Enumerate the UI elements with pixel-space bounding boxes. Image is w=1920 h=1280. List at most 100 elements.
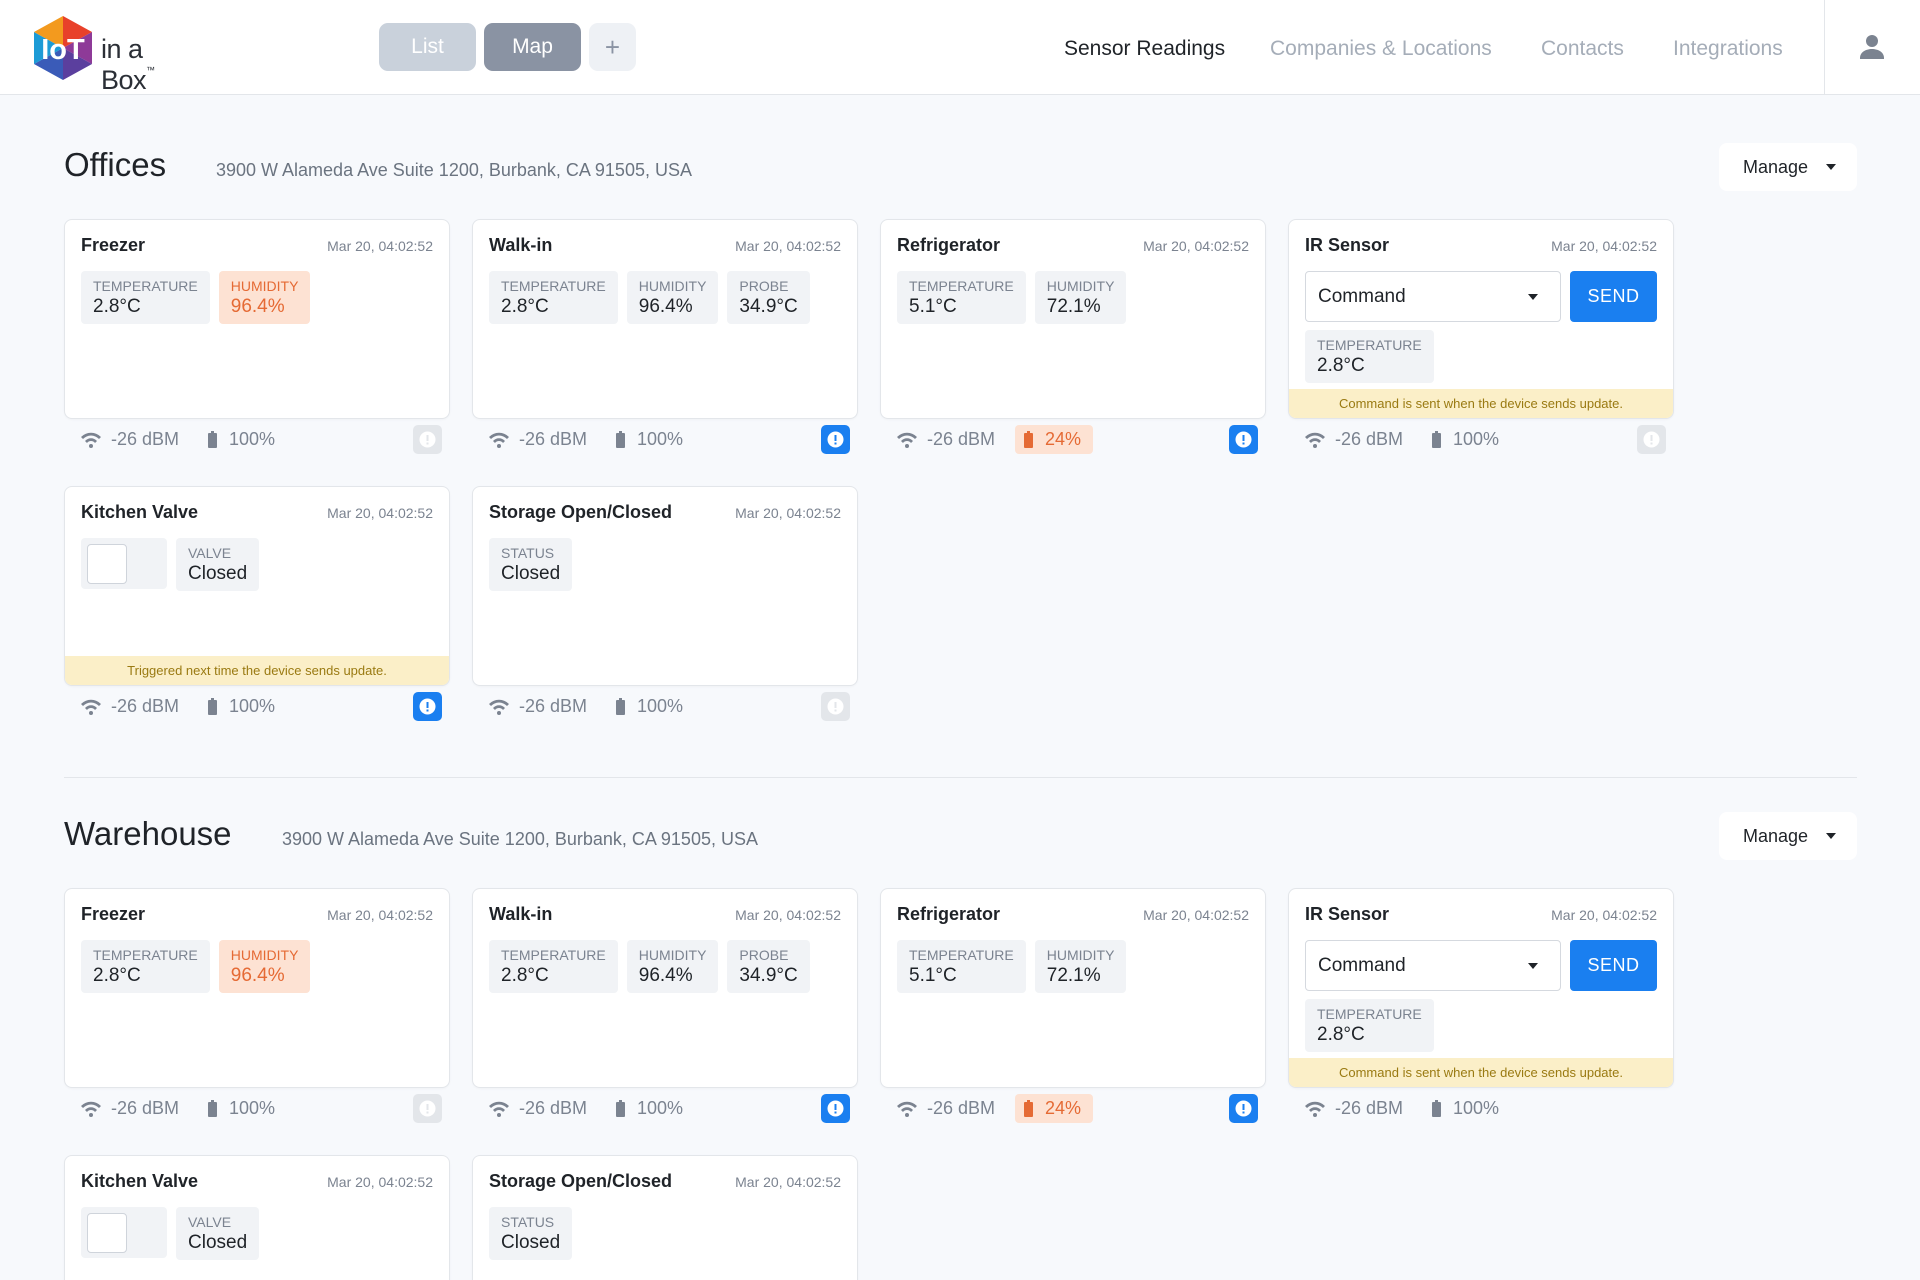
battery-level: 100% — [616, 429, 683, 450]
metric-temperature: TEMPERATURE 2.8°C — [81, 940, 210, 993]
trigger-notice: Triggered next time the device sends upd… — [65, 656, 449, 685]
user-avatar-icon[interactable] — [1857, 32, 1887, 62]
battery-icon — [208, 698, 217, 715]
card-footer: -26 dBM 24% — [880, 425, 1266, 455]
card-footer: -26 dBM 100% — [472, 425, 858, 455]
status-badge[interactable] — [1637, 425, 1666, 454]
device-card-refrigerator[interactable]: Refrigerator Mar 20, 04:02:52 TEMPERATUR… — [880, 888, 1266, 1088]
section-address: 3900 W Alameda Ave Suite 1200, Burbank, … — [216, 160, 692, 180]
alert-badge-icon — [419, 431, 436, 448]
section-title: Warehouse — [64, 815, 232, 852]
signal-strength: -26 dBM — [80, 1098, 179, 1119]
alert-badge-icon — [827, 431, 844, 448]
caret-down-icon — [1528, 294, 1538, 300]
valve-toggle[interactable] — [81, 538, 167, 589]
wifi-icon — [489, 699, 509, 715]
send-command-button[interactable]: SEND — [1570, 271, 1657, 322]
metric-valve: VALVE Closed — [176, 1207, 260, 1260]
card-timestamp: Mar 20, 04:02:52 — [735, 505, 841, 521]
wifi-icon — [1305, 432, 1325, 448]
device-card-walk-in[interactable]: Walk-in Mar 20, 04:02:52 TEMPERATURE 2.8°… — [472, 888, 858, 1088]
battery-icon — [208, 1100, 217, 1117]
card-timestamp: Mar 20, 04:02:52 — [1551, 238, 1657, 254]
logo-hexagon-icon: IoT — [34, 16, 92, 80]
status-badge[interactable] — [413, 425, 442, 454]
card-timestamp: Mar 20, 04:02:52 — [327, 907, 433, 923]
card-footer: -26 dBM 24% — [880, 1094, 1266, 1124]
app-logo[interactable]: IoT in a Box™ — [30, 16, 200, 95]
card-title: IR Sensor — [1305, 904, 1390, 924]
card-timestamp: Mar 20, 04:02:52 — [735, 1174, 841, 1190]
device-card-ir-sensor[interactable]: IR Sensor Mar 20, 04:02:52 Command SEND … — [1288, 219, 1674, 419]
status-badge[interactable] — [413, 692, 442, 721]
manage-dropdown[interactable]: Manage — [1719, 812, 1857, 860]
logo-wordmark: in a Box™ — [101, 34, 155, 95]
device-card-storage[interactable]: Storage Open/Closed Mar 20, 04:02:52 STA… — [472, 1155, 858, 1280]
status-badge[interactable] — [821, 692, 850, 721]
device-card-kitchen-valve[interactable]: Kitchen Valve Mar 20, 04:02:52 VALVE Clos… — [64, 486, 450, 686]
metric-valve: VALVE Closed — [176, 538, 260, 591]
manage-dropdown[interactable]: Manage — [1719, 143, 1857, 191]
status-badge[interactable] — [413, 1094, 442, 1123]
signal-strength: -26 dBM — [80, 696, 179, 717]
device-card-refrigerator[interactable]: Refrigerator Mar 20, 04:02:52 TEMPERATUR… — [880, 219, 1266, 419]
metric-humidity-alert: HUMIDITY 96.4% — [218, 271, 311, 324]
command-notice: Command is sent when the device sends up… — [1289, 389, 1673, 418]
battery-level-low: 24% — [1015, 1094, 1094, 1123]
wifi-icon — [897, 1101, 917, 1117]
device-card-freezer[interactable]: Freezer Mar 20, 04:02:52 TEMPERATURE 2.8°… — [64, 888, 450, 1088]
caret-down-icon — [1528, 963, 1538, 969]
battery-level: 100% — [616, 696, 683, 717]
metric-humidity: HUMIDITY 96.4% — [626, 940, 719, 993]
command-select[interactable]: Command — [1305, 271, 1561, 322]
metric-temperature: TEMPERATURE 5.1°C — [897, 271, 1026, 324]
metric-humidity: HUMIDITY 72.1% — [1034, 271, 1127, 324]
card-title: Freezer — [81, 904, 146, 924]
signal-strength: -26 dBM — [896, 1098, 995, 1119]
status-badge[interactable] — [1229, 1094, 1258, 1123]
metric-humidity-alert: HUMIDITY 96.4% — [218, 940, 311, 993]
metric-probe: PROBE 34.9°C — [727, 271, 810, 324]
card-footer: -26 dBM 100% — [472, 692, 858, 722]
status-badge[interactable] — [1229, 425, 1258, 454]
status-badge[interactable] — [821, 1094, 850, 1123]
device-card-kitchen-valve[interactable]: Kitchen Valve Mar 20, 04:02:52 VALVE Clos… — [64, 1155, 450, 1280]
valve-toggle[interactable] — [81, 1207, 167, 1258]
signal-strength: -26 dBM — [488, 1098, 587, 1119]
add-view-button[interactable]: + — [589, 23, 636, 71]
alert-badge-icon — [1235, 1100, 1252, 1117]
metric-probe: PROBE 34.9°C — [727, 940, 810, 993]
metric-temperature: TEMPERATURE 2.8°C — [81, 271, 210, 324]
wifi-icon — [81, 699, 101, 715]
card-title: Walk-in — [489, 904, 553, 924]
svg-text:IoT: IoT — [41, 34, 85, 66]
device-card-ir-sensor[interactable]: IR Sensor Mar 20, 04:02:52 Command SEND … — [1288, 888, 1674, 1088]
device-card-storage[interactable]: Storage Open/Closed Mar 20, 04:02:52 STA… — [472, 486, 858, 686]
battery-icon — [616, 1100, 625, 1117]
card-timestamp: Mar 20, 04:02:52 — [1143, 238, 1249, 254]
nav-integrations[interactable]: Integrations — [1673, 37, 1783, 61]
metric-humidity: HUMIDITY 72.1% — [1034, 940, 1127, 993]
nav-companies-locations[interactable]: Companies & Locations — [1270, 37, 1492, 61]
section-title: Offices — [64, 146, 167, 183]
device-card-walk-in[interactable]: Walk-in Mar 20, 04:02:52 TEMPERATURE 2.8°… — [472, 219, 858, 419]
battery-low-icon — [1024, 431, 1033, 448]
signal-strength: -26 dBM — [1304, 429, 1403, 450]
card-timestamp: Mar 20, 04:02:52 — [327, 1174, 433, 1190]
list-view-button[interactable]: List — [379, 23, 476, 71]
nav-contacts[interactable]: Contacts — [1541, 37, 1624, 61]
wifi-icon — [81, 432, 101, 448]
device-card-freezer[interactable]: Freezer Mar 20, 04:02:52 TEMPERATURE 2.8°… — [64, 219, 450, 419]
nav-sensor-readings[interactable]: Sensor Readings — [1064, 37, 1225, 61]
battery-icon — [616, 431, 625, 448]
card-timestamp: Mar 20, 04:02:52 — [327, 505, 433, 521]
command-select[interactable]: Command — [1305, 940, 1561, 991]
battery-level: 100% — [1432, 429, 1499, 450]
card-title: Kitchen Valve — [81, 502, 199, 522]
card-title: Walk-in — [489, 235, 553, 255]
caret-down-icon — [1826, 833, 1837, 839]
map-view-button[interactable]: Map — [484, 23, 581, 71]
send-command-button[interactable]: SEND — [1570, 940, 1657, 991]
wifi-icon — [81, 1101, 101, 1117]
status-badge[interactable] — [821, 425, 850, 454]
